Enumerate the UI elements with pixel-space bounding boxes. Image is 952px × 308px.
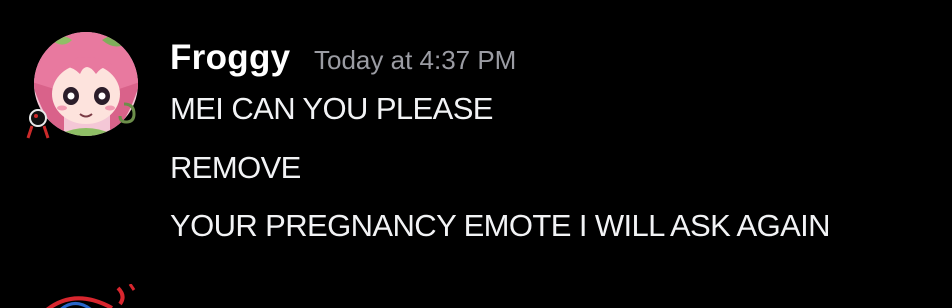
message-author[interactable]: Froggy <box>170 36 290 80</box>
message-text-line: YOUR PREGNANCY EMOTE I WILL ASK AGAIN <box>170 208 831 243</box>
user-avatar[interactable] <box>24 22 148 146</box>
next-message-avatar[interactable] <box>22 284 142 308</box>
avatar-image <box>26 32 138 139</box>
message-text-line: MEI CAN YOU PLEASE <box>170 91 493 126</box>
chat-message: Froggy Today at 4:37 PM MEI CAN YOU PLEA… <box>0 0 952 270</box>
message-text-line: REMOVE <box>170 150 301 185</box>
message-timestamp[interactable]: Today at 4:37 PM <box>314 44 516 76</box>
partial-avatar-icon <box>46 284 136 308</box>
